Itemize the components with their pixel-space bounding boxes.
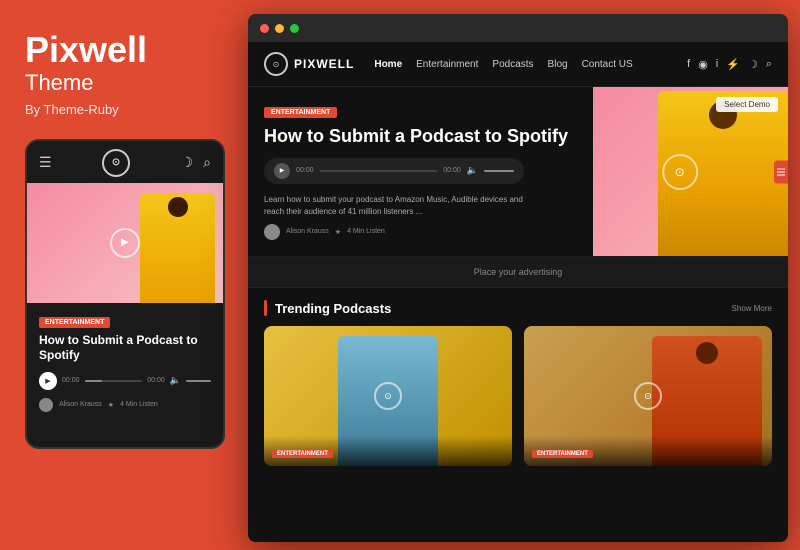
progress-bar[interactable] <box>320 170 438 172</box>
hero-title: How to Submit a Podcast to Spotify <box>264 126 577 148</box>
card-2-bottom: ENTERTAINMENT <box>524 436 772 466</box>
bolt-icon[interactable]: ⚡ <box>726 58 740 71</box>
mobile-hamburger[interactable]: ☰ <box>39 154 52 171</box>
volume-slider[interactable] <box>484 170 514 172</box>
audio-player: ▶ 00:00 00:00 🔈 <box>264 158 524 184</box>
ad-banner: Place your advertising <box>248 257 788 288</box>
card-1-tag: ENTERTAINMENT <box>272 450 333 458</box>
site-nav-right: f ◉ i ⚡ ☽ ⌕ <box>687 58 772 71</box>
trending-accent <box>264 300 267 316</box>
trending-card-1[interactable]: ⊙ ENTERTAINMENT <box>264 326 512 466</box>
nav-link-blog[interactable]: Blog <box>548 59 568 70</box>
instagram-icon[interactable]: ◉ <box>698 58 708 71</box>
mobile-progress-bar[interactable] <box>85 380 143 382</box>
site-nav-links: Home Entertainment Podcasts Blog Contact… <box>374 59 687 70</box>
site-logo-text: PIXWELL <box>294 57 354 71</box>
mobile-audio-bar: ▶ 00:00 00:00 🔈 <box>39 372 211 390</box>
read-time: 4 Min Listen <box>347 228 385 235</box>
hero-section: ENTERTAINMENT How to Submit a Podcast to… <box>248 87 788 257</box>
card-2-play[interactable]: ⊙ <box>634 382 662 410</box>
browser-chrome <box>248 14 788 42</box>
trending-cards: ⊙ ENTERTAINMENT ⊙ ENTERTAINMENT <box>264 326 772 466</box>
time-end: 00:00 <box>443 167 461 174</box>
nav-link-contact[interactable]: Contact US <box>582 59 633 70</box>
mobile-read-time: 4 Min Listen <box>120 401 158 408</box>
volume-icon: 🔈 <box>467 165 478 176</box>
site-content: ⊙ PIXWELL Home Entertainment Podcasts Bl… <box>248 42 788 542</box>
moon-icon[interactable]: ☽ <box>181 154 194 171</box>
trending-card-1-image: ⊙ ENTERTAINMENT <box>264 326 512 466</box>
read-time-separator: ★ <box>335 228 341 236</box>
sidebar-toggle[interactable] <box>774 160 788 183</box>
search-icon[interactable]: ⌕ <box>766 58 772 71</box>
social-icon-3[interactable]: i <box>716 58 718 70</box>
browser-minimize-dot[interactable] <box>275 24 284 33</box>
trending-title-area: Trending Podcasts <box>264 300 391 316</box>
card-1-play[interactable]: ⊙ <box>374 382 402 410</box>
brand-title: Pixwell Theme <box>25 30 225 96</box>
trending-section: Trending Podcasts Show More ⊙ ENTERTAINM… <box>248 288 788 478</box>
author-avatar <box>264 224 280 240</box>
trending-card-2-image: ⊙ ENTERTAINMENT <box>524 326 772 466</box>
mobile-mockup: ☰ ⊙ ☽ ⌕ ▶ ENTERTAINMENT How to Submit a … <box>25 139 225 449</box>
facebook-icon[interactable]: f <box>687 58 690 70</box>
select-demo-button[interactable]: Select Demo <box>716 97 778 112</box>
site-nav: ⊙ PIXWELL Home Entertainment Podcasts Bl… <box>248 42 788 87</box>
browser-panel: ⊙ PIXWELL Home Entertainment Podcasts Bl… <box>248 14 788 542</box>
hero-play-overlay[interactable]: ⊙ <box>662 154 698 190</box>
mobile-play-button[interactable]: ▶ <box>39 372 57 390</box>
nav-link-entertainment[interactable]: Entertainment <box>416 59 478 70</box>
hero-description: Learn how to submit your podcast to Amaz… <box>264 194 544 218</box>
trending-card-2[interactable]: ⊙ ENTERTAINMENT <box>524 326 772 466</box>
site-logo-area: ⊙ PIXWELL <box>264 52 354 76</box>
moon-icon[interactable]: ☽ <box>748 58 758 71</box>
site-logo-icon: ⊙ <box>264 52 288 76</box>
mobile-top-bar: ☰ ⊙ ☽ ⌕ <box>27 141 223 183</box>
search-icon[interactable]: ⌕ <box>203 154 211 171</box>
browser-maximize-dot[interactable] <box>290 24 299 33</box>
trending-header: Trending Podcasts Show More <box>264 300 772 316</box>
card-1-bottom: ENTERTAINMENT <box>264 436 512 466</box>
mobile-time-start: 00:00 <box>62 377 80 384</box>
hero-author: Alison Krauss ★ 4 Min Listen <box>264 224 577 240</box>
mobile-volume-slider[interactable] <box>186 380 211 382</box>
play-button[interactable]: ▶ <box>274 163 290 179</box>
author-name: Alison Krauss <box>286 228 329 235</box>
hero-ent-tag: ENTERTAINMENT <box>264 107 337 118</box>
nav-link-home[interactable]: Home <box>374 59 402 70</box>
trending-title: Trending Podcasts <box>275 301 391 316</box>
mobile-hero-image: ▶ <box>27 183 223 303</box>
brand-by: By Theme-Ruby <box>25 102 225 117</box>
mobile-author-avatar <box>39 398 53 412</box>
ad-text: Place your advertising <box>474 267 563 277</box>
left-panel: Pixwell Theme By Theme-Ruby ☰ ⊙ ☽ ⌕ ▶ EN… <box>0 0 245 550</box>
mobile-play-circle[interactable]: ▶ <box>110 228 140 258</box>
mobile-author: Alison Krauss ★ 4 Min Listen <box>39 398 211 412</box>
show-more-button[interactable]: Show More <box>732 304 772 313</box>
hero-left: ENTERTAINMENT How to Submit a Podcast to… <box>248 87 593 256</box>
mobile-volume-icon: 🔈 <box>170 375 181 386</box>
mobile-time-end: 00:00 <box>147 377 165 384</box>
card-2-tag: ENTERTAINMENT <box>532 450 593 458</box>
browser-close-dot[interactable] <box>260 24 269 33</box>
time-start: 00:00 <box>296 167 314 174</box>
mobile-read-time-separator: ★ <box>108 401 114 409</box>
nav-link-podcasts[interactable]: Podcasts <box>492 59 533 70</box>
mobile-author-name: Alison Krauss <box>59 401 102 408</box>
hero-image: ⊙ Select Demo <box>593 87 788 256</box>
mobile-ent-tag: ENTERTAINMENT <box>39 317 110 328</box>
mobile-right-icons: ☽ ⌕ <box>181 154 211 171</box>
mobile-content: ENTERTAINMENT How to Submit a Podcast to… <box>27 303 223 420</box>
hero-overlay-buttons: Select Demo <box>716 97 778 112</box>
mobile-article-title: How to Submit a Podcast to Spotify <box>39 333 211 364</box>
mobile-logo: ⊙ <box>102 149 130 177</box>
